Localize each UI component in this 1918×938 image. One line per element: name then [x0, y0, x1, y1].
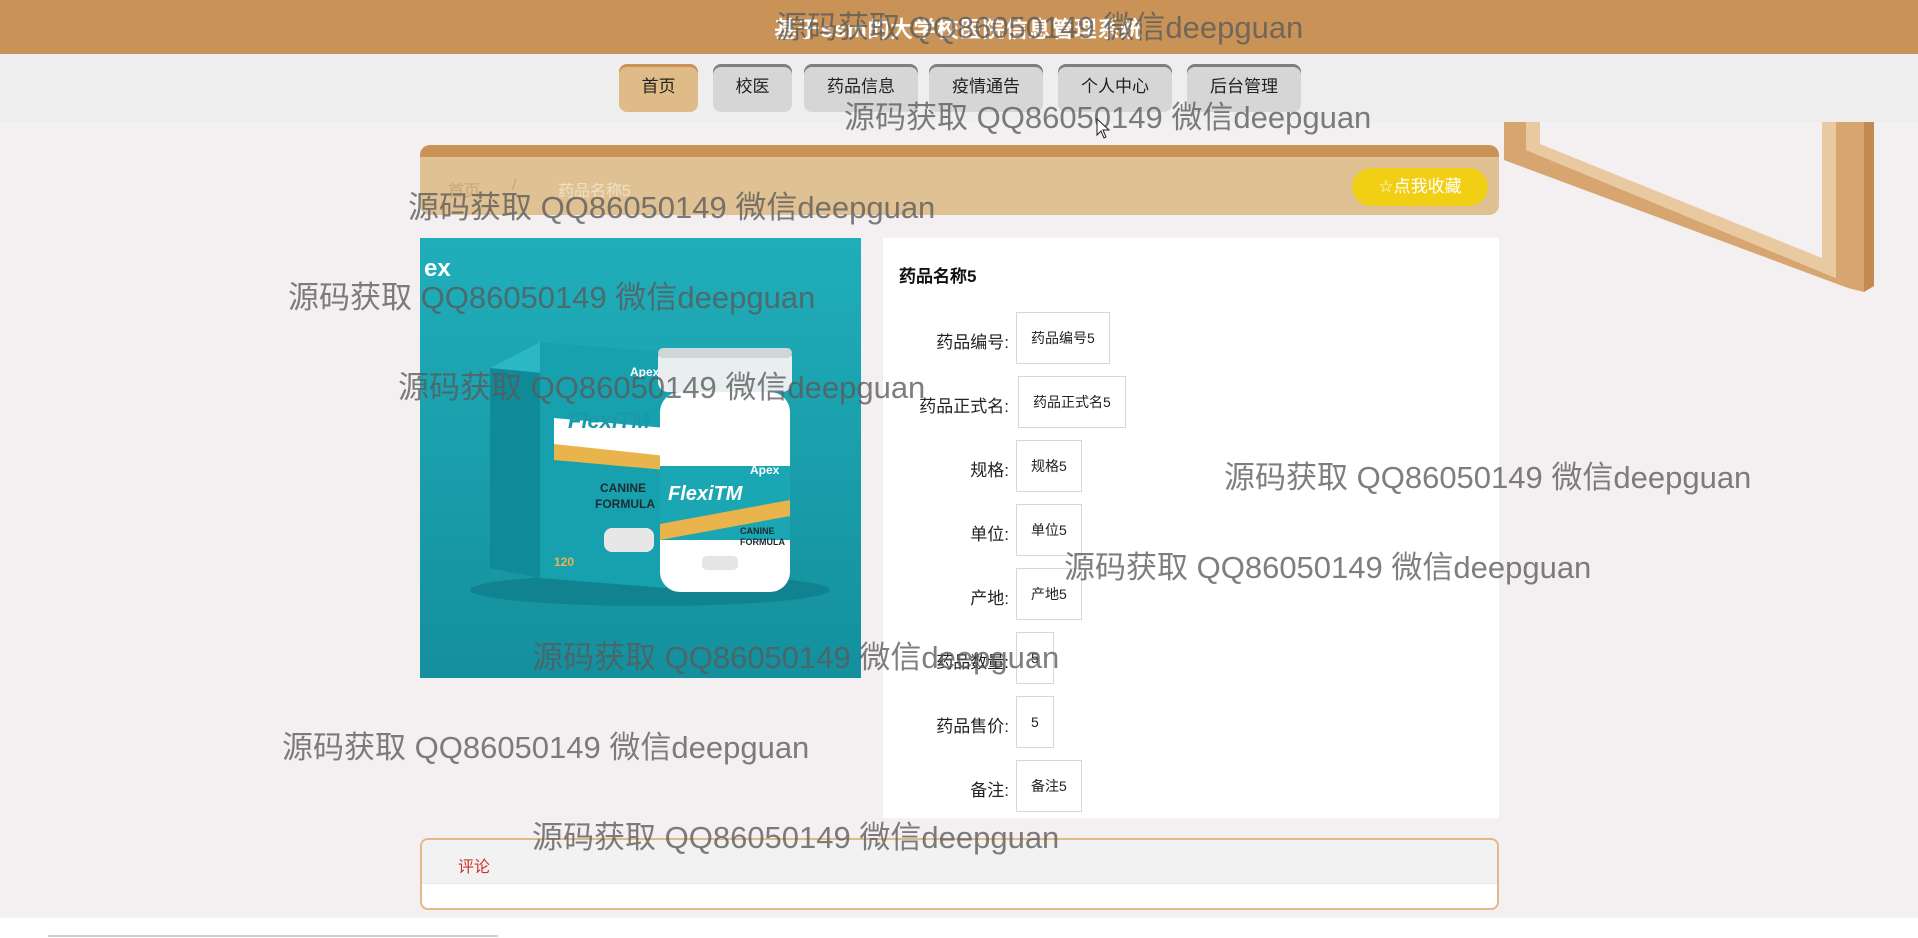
horizontal-scrollbar[interactable] — [48, 935, 498, 937]
product-photo-illustration: ex FlexiTM FlexiTM Apex Apex CANINE FORM… — [420, 238, 861, 678]
tab-comments[interactable]: 评论 — [458, 853, 490, 877]
watermark: 源码获取 QQ86050149 微信deepguan — [282, 730, 810, 765]
site-title: 基于ssm的大学校医院信息管理系统 — [774, 17, 1144, 42]
field-label-official-name: 药品正式名: — [919, 397, 1009, 416]
comment-section: 评论 — [420, 838, 1499, 910]
box-brand-text: Apex — [630, 365, 660, 379]
field-label-price: 药品售价: — [936, 717, 1009, 736]
comment-tab-strip: 评论 — [422, 840, 1497, 884]
nav-item-personal-center[interactable]: 个人中心 — [1058, 64, 1172, 112]
field-label-code: 药品编号: — [936, 333, 1009, 352]
bottle-brand-text: Apex — [750, 463, 780, 477]
bottle-line1: CANINE — [740, 526, 775, 536]
mouse-cursor-icon — [1096, 118, 1111, 139]
nav-item-admin[interactable]: 后台管理 — [1187, 64, 1301, 112]
field-label-quantity: 药品数量: — [936, 653, 1009, 672]
field-value-price: 5 — [1016, 696, 1054, 748]
nav-item-medicine-info[interactable]: 药品信息 — [804, 64, 918, 112]
field-label-spec: 规格: — [970, 461, 1009, 480]
breadcrumb-current: 药品名称5 — [558, 183, 631, 200]
field-value-origin: 产地5 — [1016, 568, 1082, 620]
field-label-remark: 备注: — [970, 781, 1009, 800]
medicine-name-heading: 药品名称5 — [899, 267, 977, 286]
field-label-origin: 产地: — [970, 589, 1009, 608]
edge-brand-text: ex — [424, 255, 451, 282]
breadcrumb-home-link[interactable]: 首页 — [448, 177, 480, 201]
medicine-detail-panel: 药品名称5 药品编号: 药品编号5 药品正式名: 药品正式名5 规格: 规格5 … — [883, 238, 1499, 818]
main-nav: 首页 校医 药品信息 疫情通告 个人中心 后台管理 — [0, 54, 1918, 122]
favorite-button[interactable]: ☆点我收藏 — [1352, 168, 1488, 206]
breadcrumb-separator: / — [512, 177, 517, 194]
box-count: 120 — [554, 555, 574, 569]
box-product-name: FlexiTM — [568, 408, 651, 433]
bottle-line2: FORMULA — [740, 537, 785, 547]
nav-item-home[interactable]: 首页 — [619, 64, 698, 112]
bottle-product-name: FlexiTM — [668, 483, 744, 505]
field-label-unit: 单位: — [970, 525, 1009, 544]
field-value-quantity: 5 — [1016, 632, 1054, 684]
field-value-spec: 规格5 — [1016, 440, 1082, 492]
field-value-remark: 备注5 — [1016, 760, 1082, 812]
field-value-code: 药品编号5 — [1016, 312, 1110, 364]
top-header-bar: 基于ssm的大学校医院信息管理系统 — [0, 0, 1918, 54]
product-image: ex FlexiTM FlexiTM Apex Apex CANINE FORM… — [420, 238, 861, 678]
field-value-unit: 单位5 — [1016, 504, 1082, 556]
nav-item-epidemic-notice[interactable]: 疫情通告 — [929, 64, 1043, 112]
field-value-official-name: 药品正式名5 — [1018, 376, 1126, 428]
breadcrumb: 首页 / 药品名称5 ☆点我收藏 — [420, 145, 1499, 215]
nav-item-doctors[interactable]: 校医 — [713, 64, 792, 112]
box-line2: FORMULA — [595, 497, 655, 511]
decorative-frame — [1504, 122, 1874, 292]
box-line1: CANINE — [600, 481, 646, 495]
